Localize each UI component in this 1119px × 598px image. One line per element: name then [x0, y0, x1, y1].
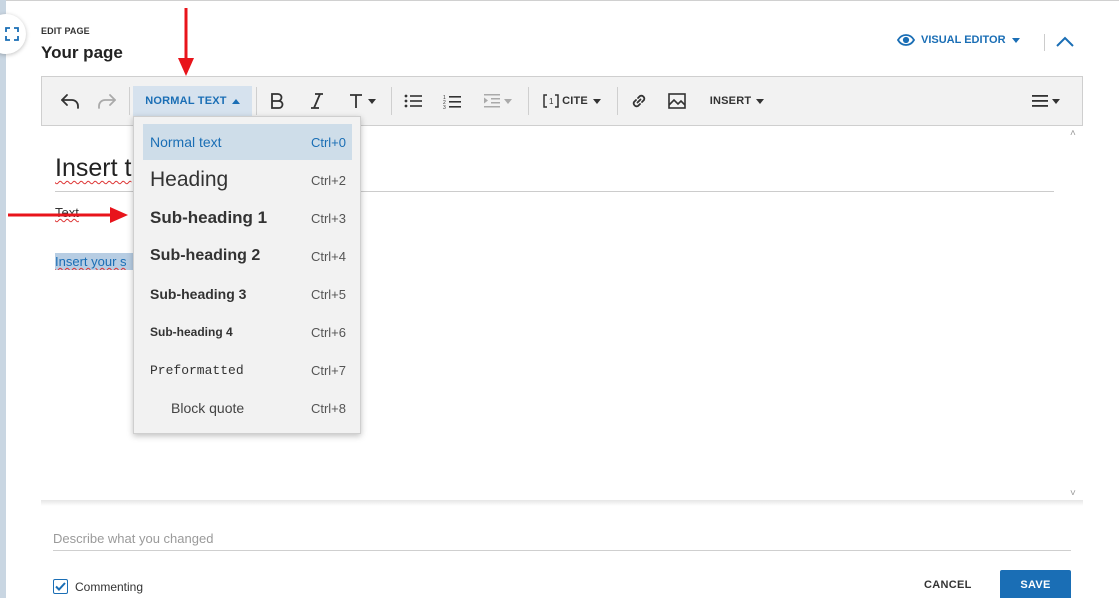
scroll-up-icon[interactable]: ˄: [1070, 128, 1076, 139]
numbered-list-button[interactable]: 123: [439, 77, 465, 125]
undo-icon: [61, 94, 79, 109]
dropdown-item-sub-heading-2[interactable]: Sub-heading 2 Ctrl+4: [143, 238, 352, 274]
toolbar-separator: [391, 87, 392, 115]
edit-summary-input[interactable]: [53, 527, 1071, 551]
link-button[interactable]: [626, 77, 652, 125]
italic-icon: [311, 93, 323, 109]
dropdown-item-normal-text[interactable]: Normal text Ctrl+0: [143, 124, 352, 160]
top-divider: [6, 0, 1119, 1]
dropdown-item-heading[interactable]: Heading Ctrl+2: [143, 162, 352, 198]
caret-down-icon: [1011, 37, 1020, 43]
indent-button[interactable]: [480, 77, 516, 125]
dropdown-item-preformatted[interactable]: Preformatted Ctrl+7: [143, 352, 352, 388]
left-rail: [0, 0, 6, 598]
dropdown-item-label: Block quote: [171, 400, 245, 416]
commenting-toggle[interactable]: Commenting: [53, 579, 143, 594]
undo-button[interactable]: [56, 77, 84, 125]
toolbar-separator: [256, 87, 257, 115]
insert-label: INSERT: [709, 95, 752, 107]
indent-icon: [484, 94, 500, 108]
dropdown-item-sub-heading-3[interactable]: Sub-heading 3 Ctrl+5: [143, 276, 352, 312]
dropdown-item-label: Sub-heading 3: [150, 286, 247, 302]
paragraph-format-dropdown: Normal text Ctrl+0 Heading Ctrl+2 Sub-he…: [133, 116, 361, 434]
editor-bottom-edge: [41, 500, 1083, 506]
header-separator: [1044, 34, 1045, 51]
dropdown-item-label: Sub-heading 1: [150, 208, 268, 227]
dropdown-item-shortcut: Ctrl+2: [310, 172, 346, 188]
dropdown-item-shortcut: Ctrl+5: [310, 286, 346, 302]
dropdown-item-shortcut: Ctrl+0: [310, 134, 346, 150]
numbered-list-icon: 123: [443, 95, 461, 109]
selected-text[interactable]: Insert your s: [55, 253, 145, 270]
visual-editor-label: VISUAL EDITOR: [921, 34, 1006, 46]
dropdown-item-block-quote[interactable]: Block quote Ctrl+8: [143, 390, 352, 426]
visual-editor-button[interactable]: VISUAL EDITOR: [897, 34, 1020, 46]
paragraph-format-button[interactable]: NORMAL TEXT: [133, 86, 252, 116]
page-title: Your page: [41, 43, 123, 62]
cite-button[interactable]: 1 CITE: [539, 77, 605, 125]
dropdown-item-shortcut: Ctrl+7: [310, 362, 346, 378]
document-heading[interactable]: Insert t: [55, 154, 131, 183]
caret-down-icon: [504, 98, 512, 104]
dropdown-item-label: Sub-heading 4: [150, 325, 233, 339]
toolbar-separator: [528, 87, 529, 115]
dropdown-item-shortcut: Ctrl+3: [310, 210, 346, 226]
checkmark-icon: [55, 582, 66, 591]
caret-down-icon: [1052, 98, 1060, 104]
hamburger-menu-icon: [1032, 95, 1048, 107]
eye-icon: [897, 34, 915, 46]
dropdown-item-label: Heading: [150, 168, 229, 191]
cancel-button[interactable]: CANCEL: [924, 579, 972, 591]
annotation-arrow-right-icon: [8, 207, 128, 223]
svg-text:3: 3: [443, 105, 446, 109]
dropdown-item-shortcut: Ctrl+8: [310, 400, 346, 416]
paragraph-format-label: NORMAL TEXT: [145, 95, 227, 107]
caret-down-icon: [592, 98, 601, 104]
svg-text:1: 1: [549, 97, 554, 106]
collapse-button[interactable]: [1054, 33, 1076, 51]
cite-icon: 1: [543, 94, 559, 108]
toolbar-separator: [617, 87, 618, 115]
save-button[interactable]: SAVE: [1000, 570, 1071, 598]
caret-up-icon: [231, 98, 240, 104]
dropdown-item-sub-heading-4[interactable]: Sub-heading 4 Ctrl+6: [143, 314, 352, 350]
editor-page: EDIT PAGE Your page VISUAL EDITOR NORMAL…: [0, 0, 1119, 598]
cite-label: CITE: [562, 95, 588, 107]
dropdown-item-label: Sub-heading 2: [150, 247, 261, 264]
dropdown-item-label: Normal text: [150, 134, 222, 150]
text-style-icon: [349, 94, 362, 108]
commenting-label: Commenting: [75, 579, 144, 594]
image-icon: [668, 93, 686, 109]
redo-icon: [98, 94, 116, 109]
dropdown-item-label: Preformatted: [150, 362, 244, 378]
dropdown-item-shortcut: Ctrl+6: [310, 324, 346, 340]
bullet-list-button[interactable]: [400, 77, 426, 125]
toolbar-separator: [129, 87, 130, 115]
dropdown-item-shortcut: Ctrl+4: [310, 248, 346, 264]
more-options-button[interactable]: [1026, 77, 1066, 125]
edit-page-label: EDIT PAGE: [41, 26, 90, 36]
caret-down-icon: [367, 98, 376, 104]
chevron-up-icon: [1056, 36, 1074, 47]
bullet-list-icon: [404, 94, 422, 108]
dropdown-item-sub-heading-1[interactable]: Sub-heading 1 Ctrl+3: [143, 200, 352, 236]
annotation-arrow-down-icon: [178, 8, 194, 76]
fullscreen-icon: [5, 27, 19, 41]
link-icon: [632, 94, 646, 108]
insert-menu-button[interactable]: INSERT: [702, 77, 772, 125]
caret-down-icon: [756, 98, 765, 104]
redo-button[interactable]: [93, 77, 121, 125]
fullscreen-button[interactable]: [0, 14, 26, 54]
bold-icon: [271, 93, 284, 109]
image-button[interactable]: [664, 77, 690, 125]
commenting-checkbox[interactable]: [53, 579, 68, 594]
scroll-down-icon[interactable]: ˅: [1070, 488, 1076, 499]
